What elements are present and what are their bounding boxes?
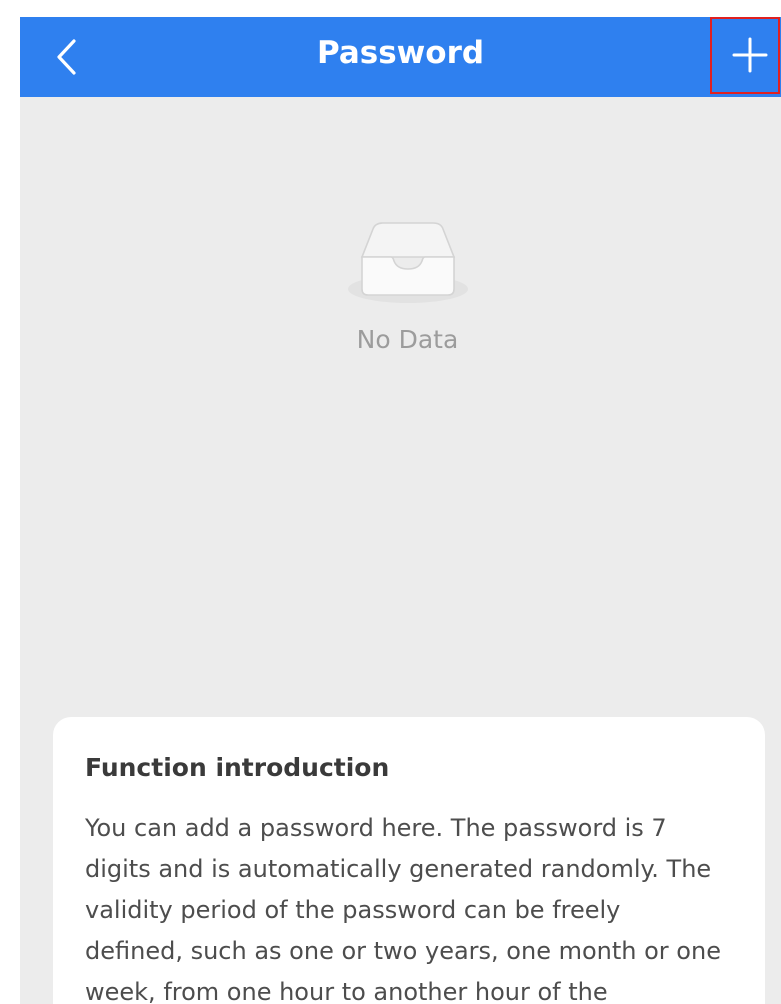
- inbox-tray-icon: [348, 222, 468, 303]
- page-title: Password: [316, 35, 485, 71]
- empty-state-text: No Data: [356, 325, 459, 354]
- back-button[interactable]: [42, 31, 94, 83]
- add-password-button[interactable]: [710, 17, 780, 94]
- chevron-left-icon: [57, 39, 76, 75]
- navigation-bar: Password: [20, 17, 781, 97]
- function-introduction-card: Function introduction You can add a pass…: [53, 717, 765, 1004]
- password-screen: Password No Data Function introduction Y…: [20, 17, 781, 1004]
- intro-title: Function introduction: [85, 753, 390, 782]
- empty-state: No Data: [340, 217, 475, 367]
- intro-description: You can add a password here. The passwor…: [85, 814, 721, 1004]
- highlight-box: [710, 17, 780, 94]
